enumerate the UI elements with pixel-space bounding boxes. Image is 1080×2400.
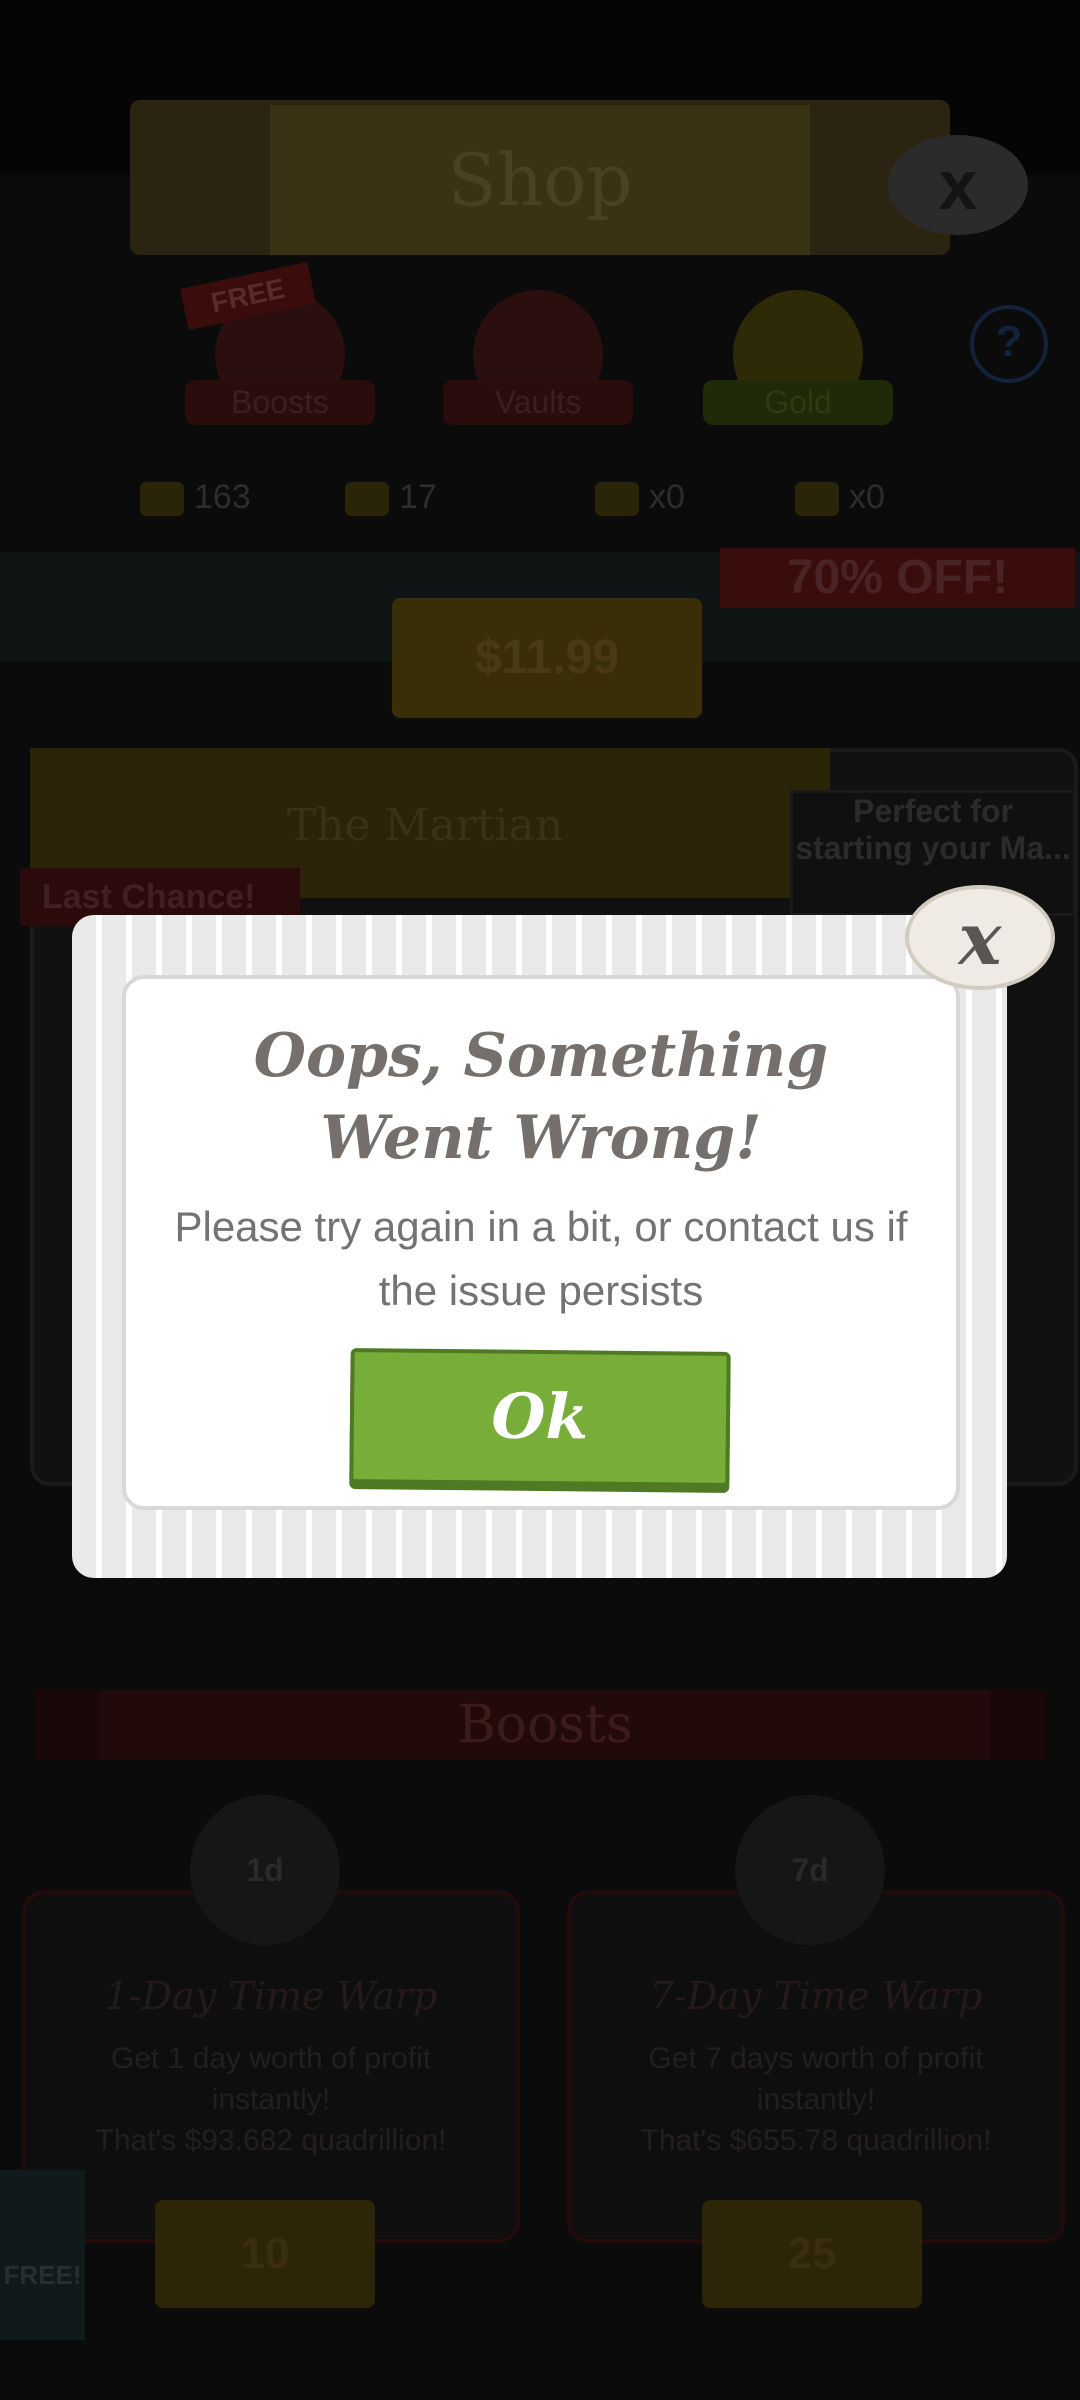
- dialog-message: Please try again in a bit, or contact us…: [174, 1203, 908, 1314]
- ok-button[interactable]: Ok: [349, 1348, 731, 1487]
- dialog-close-button[interactable]: x: [905, 885, 1055, 990]
- dialog-title: Oops, Something Went Wrong!: [253, 1021, 829, 1173]
